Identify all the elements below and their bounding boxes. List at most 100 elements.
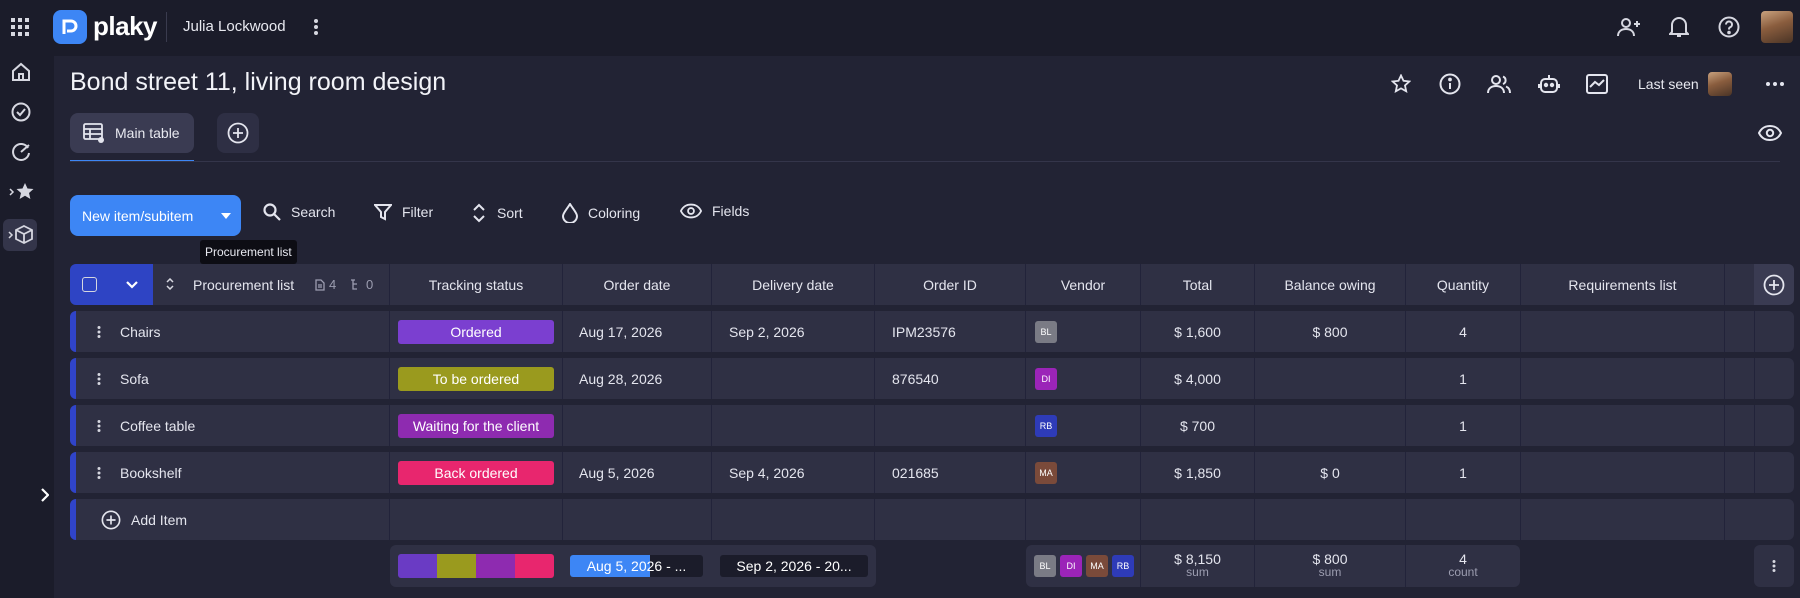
balance-cell[interactable] [1255, 405, 1405, 446]
item-name[interactable]: Coffee table [120, 405, 195, 446]
status-pill[interactable]: Ordered [398, 320, 554, 344]
last-seen-avatar[interactable] [1708, 72, 1732, 96]
favorites-star-icon[interactable] [7, 180, 35, 204]
column-header-tracking-status[interactable]: Tracking status [390, 264, 562, 305]
table-row[interactable]: Coffee table Waiting for the client RB $ 70… [70, 405, 1794, 446]
vendor-badge[interactable]: BL [1034, 555, 1056, 577]
order-date-range-bar[interactable]: Aug 5, 2026 - ... [570, 555, 703, 577]
activity-icon[interactable] [9, 140, 33, 164]
vendor-badge[interactable]: RB [1035, 415, 1057, 437]
eye-icon[interactable] [1756, 121, 1784, 145]
row-menu-icon[interactable] [94, 371, 104, 387]
new-item-button[interactable]: New item/subitem [70, 195, 241, 236]
delivery-date-cell[interactable]: Sep 4, 2026 [729, 452, 805, 493]
coloring-button[interactable]: Coloring [562, 203, 640, 223]
summary-vendors[interactable]: BL DI MA RB [1034, 555, 1134, 577]
user-avatar[interactable] [1761, 11, 1793, 43]
row-menu-icon[interactable] [94, 324, 104, 340]
expand-sidebar-chevron-icon[interactable] [38, 486, 52, 504]
total-cell[interactable]: $ 700 [1141, 405, 1254, 446]
expand-collapse-icon[interactable] [164, 276, 176, 292]
vendor-badge[interactable]: BL [1035, 321, 1057, 343]
workspaces-cube-icon[interactable] [3, 219, 37, 251]
apps-grid-icon[interactable] [9, 16, 31, 38]
total-cell[interactable]: $ 4,000 [1141, 358, 1254, 399]
vendor-badge[interactable]: RB [1112, 555, 1134, 577]
status-pill[interactable]: To be ordered [398, 367, 554, 391]
summary-status-cell[interactable]: Aug 5, 2026 - ... Sep 2, 2026 - 20... [390, 545, 876, 587]
summary-quantity[interactable]: 4 count [1406, 552, 1520, 578]
vendor-badge[interactable]: MA [1086, 555, 1108, 577]
search-button[interactable]: Search [263, 203, 335, 221]
star-icon[interactable] [1389, 72, 1413, 96]
order-id-cell[interactable]: 876540 [892, 358, 939, 399]
quantity-cell[interactable]: 4 [1406, 311, 1520, 352]
balance-cell[interactable]: $ 0 [1255, 452, 1405, 493]
table-row[interactable]: Bookshelf Back ordered Aug 5, 2026 Sep 4, 2… [70, 452, 1794, 493]
table-row[interactable]: Sofa To be ordered Aug 28, 2026 876540 DI $ 4… [70, 358, 1794, 399]
column-header-vendor[interactable]: Vendor [1026, 264, 1140, 305]
plaky-logo-icon[interactable] [53, 10, 87, 44]
quantity-cell[interactable]: 1 [1406, 405, 1520, 446]
tab-main-table[interactable]: Main table [70, 113, 194, 153]
bell-icon[interactable] [1667, 14, 1691, 40]
home-icon[interactable] [9, 60, 33, 84]
add-item-row[interactable]: Add Item [70, 499, 1794, 540]
requirements-cell[interactable] [1521, 311, 1724, 352]
balance-cell[interactable] [1255, 358, 1405, 399]
order-id-cell[interactable]: 021685 [892, 452, 939, 493]
balance-cell[interactable]: $ 800 [1255, 311, 1405, 352]
column-header-balance-owing[interactable]: Balance owing [1255, 264, 1405, 305]
column-header-quantity[interactable]: Quantity [1406, 264, 1520, 305]
workspace-name[interactable]: Julia Lockwood [183, 18, 286, 35]
group-name[interactable]: Procurement list [193, 264, 294, 305]
column-header-order-id[interactable]: Order ID [875, 264, 1025, 305]
more-horizontal-icon[interactable] [1762, 76, 1788, 92]
column-header-order-date[interactable]: Order date [563, 264, 711, 305]
automation-robot-icon[interactable] [1536, 72, 1562, 96]
summary-total[interactable]: $ 8,150 sum [1141, 552, 1254, 578]
total-cell[interactable]: $ 1,600 [1141, 311, 1254, 352]
summary-more-button[interactable] [1754, 545, 1794, 587]
help-icon[interactable] [1716, 14, 1742, 40]
requirements-cell[interactable] [1521, 358, 1724, 399]
total-cell[interactable]: $ 1,850 [1141, 452, 1254, 493]
requirements-cell[interactable] [1521, 405, 1724, 446]
row-menu-icon[interactable] [94, 418, 104, 434]
status-pill[interactable]: Waiting for the client [398, 414, 554, 438]
table-row[interactable]: Chairs Ordered Aug 17, 2026 Sep 2, 2026 IPM2… [70, 311, 1794, 352]
collapse-group-chevron-icon[interactable] [124, 277, 140, 293]
add-view-button[interactable] [217, 113, 259, 153]
delivery-date-range[interactable]: Sep 2, 2026 - 20... [720, 555, 868, 577]
invite-user-icon[interactable] [1616, 14, 1642, 40]
filter-button[interactable]: Filter [374, 203, 433, 221]
column-header-total[interactable]: Total [1141, 264, 1254, 305]
order-date-cell[interactable]: Aug 28, 2026 [579, 358, 662, 399]
quantity-cell[interactable]: 1 [1406, 452, 1520, 493]
my-work-check-icon[interactable] [9, 100, 33, 124]
add-column-plus-icon[interactable] [1754, 264, 1794, 305]
brand-name[interactable]: plaky [93, 11, 158, 42]
delivery-date-cell[interactable]: Sep 2, 2026 [729, 311, 805, 352]
info-icon[interactable] [1438, 72, 1462, 96]
members-icon[interactable] [1486, 72, 1512, 96]
column-header-delivery-date[interactable]: Delivery date [712, 264, 874, 305]
item-name[interactable]: Bookshelf [120, 452, 181, 493]
fields-button[interactable]: Fields [680, 203, 749, 219]
requirements-cell[interactable] [1521, 452, 1724, 493]
sort-button[interactable]: Sort [471, 203, 523, 223]
new-item-dropdown-chevron-icon[interactable] [211, 195, 241, 236]
dashboard-chart-icon[interactable] [1584, 72, 1610, 96]
quantity-cell[interactable]: 1 [1406, 358, 1520, 399]
order-date-cell[interactable]: Aug 17, 2026 [579, 311, 662, 352]
item-name[interactable]: Sofa [120, 358, 149, 399]
vendor-badge[interactable]: DI [1060, 555, 1082, 577]
order-date-cell[interactable]: Aug 5, 2026 [579, 452, 655, 493]
item-name[interactable]: Chairs [120, 311, 160, 352]
more-vertical-icon[interactable] [305, 16, 327, 38]
vendor-badge[interactable]: DI [1035, 368, 1057, 390]
order-id-cell[interactable]: IPM23576 [892, 311, 956, 352]
summary-balance[interactable]: $ 800 sum [1255, 552, 1405, 578]
select-all-checkbox[interactable] [82, 277, 97, 292]
last-seen-label[interactable]: Last seen [1638, 76, 1699, 92]
